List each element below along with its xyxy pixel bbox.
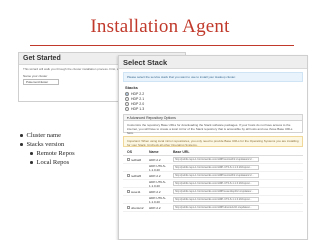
stack-option[interactable]: HDP 2.2 [125,92,301,96]
radio-icon[interactable] [125,107,129,111]
radio-icon[interactable] [125,97,129,101]
advanced-repo-label: Advanced Repository Options [129,116,176,120]
repo-os: ubuntu12 [131,205,144,210]
os-checkbox[interactable] [127,205,130,209]
radio-icon[interactable] [125,102,129,106]
table-row: HDP-UTILS-1.1.0.20 http://public-repo-1.… [123,180,303,188]
bullet-icon [30,152,33,155]
local-mirror-warning: Important: When using local mirror repos… [123,136,303,147]
repo-url-input[interactable]: http://public-repo-1.hortonworks.com/HDP… [173,173,259,178]
cluster-name-input[interactable]: PokemonCluster [23,79,59,85]
stack-option-label: HDP 1.3 [131,107,145,111]
os-checkbox[interactable] [127,189,130,193]
stack-option-label: HDP 2.2 [131,92,145,96]
table-row: HDP-UTILS-1.1.0.20 http://public-repo-1.… [123,196,303,204]
bullet-list: Cluster name Stacks version Remote Repos… [20,131,75,167]
bullet-text: Remote Repos [36,150,75,157]
select-stack-header: Select Stack [119,56,307,69]
bullet-item: Stacks version [20,140,75,149]
table-row: ubuntu12 HDP-2.2 http://public-repo-1.ho… [123,204,303,212]
repo-url-input[interactable]: http://public-repo-1.hortonworks.com/HDP… [173,157,259,162]
select-stack-note: Please select the service stack that you… [123,72,303,82]
radio-selected-icon[interactable] [125,92,129,96]
col-url: Base URL [173,150,190,154]
select-stack-panel: Select Stack Please select the service s… [118,55,308,240]
repo-name: HDP-2.2 [149,189,161,194]
repo-os: redhat5 [131,173,142,178]
title-divider [30,45,294,46]
bullet-icon [20,143,23,146]
repo-os: redhat6 [131,157,142,162]
repo-url-input[interactable]: http://public-repo-1.hortonworks.com/HDP… [173,205,259,210]
repo-url-input[interactable]: http://public-repo-1.hortonworks.com/HDP… [173,197,259,202]
stack-option-label: HDP 2.1 [131,97,145,101]
col-os: OS [127,150,133,154]
bullet-text: Stacks version [26,141,65,148]
os-checkbox[interactable] [127,157,130,161]
stack-option[interactable]: HDP 2.1 [125,97,301,101]
repo-name: HDP-2.2 [149,205,161,210]
advanced-repo-text: Customize the repository Base URLs for d… [127,123,293,135]
slide-title: Installation Agent [90,16,230,37]
table-row: HDP-UTILS-1.1.0.20 http://public-repo-1.… [123,164,303,172]
repo-name: HDP-UTILS-1.1.0.20 [149,179,166,188]
advanced-repo-body: Customize the repository Base URLs for d… [123,121,303,135]
repo-url-input[interactable]: http://public-repo-1.hortonworks.com/HDP… [173,165,259,170]
repo-name: HDP-UTILS-1.1.0.20 [149,163,166,172]
bullet-text: Cluster name [26,132,61,139]
stack-option-label: HDP 2.0 [131,102,145,106]
advanced-repo-toggle[interactable]: ▾ Advanced Repository Options [123,114,303,121]
repo-url-input[interactable]: http://public-repo-1.hortonworks.com/HDP… [173,181,259,186]
bullet-text: Local Repos [36,159,70,166]
stacks-label: Stacks [125,85,138,90]
repo-name: HDP-UTILS-1.1.0.20 [149,195,166,204]
os-checkbox[interactable] [127,173,130,177]
bullet-icon [30,161,33,164]
repo-url-input[interactable]: http://public-repo-1.hortonworks.com/HDP… [173,189,259,194]
sub-bullet-item: Remote Repos [20,149,75,158]
bullet-item: Cluster name [20,131,75,140]
repo-name: HDP-2.2 [149,173,161,178]
repo-os: suse11 [131,189,141,194]
repo-name: HDP-2.2 [149,157,161,162]
stack-option[interactable]: HDP 1.3 [125,107,301,111]
col-name: Name [149,150,159,154]
stack-option[interactable]: HDP 2.0 [125,102,301,106]
sub-bullet-item: Local Repos [20,158,75,167]
bullet-icon [20,134,23,137]
